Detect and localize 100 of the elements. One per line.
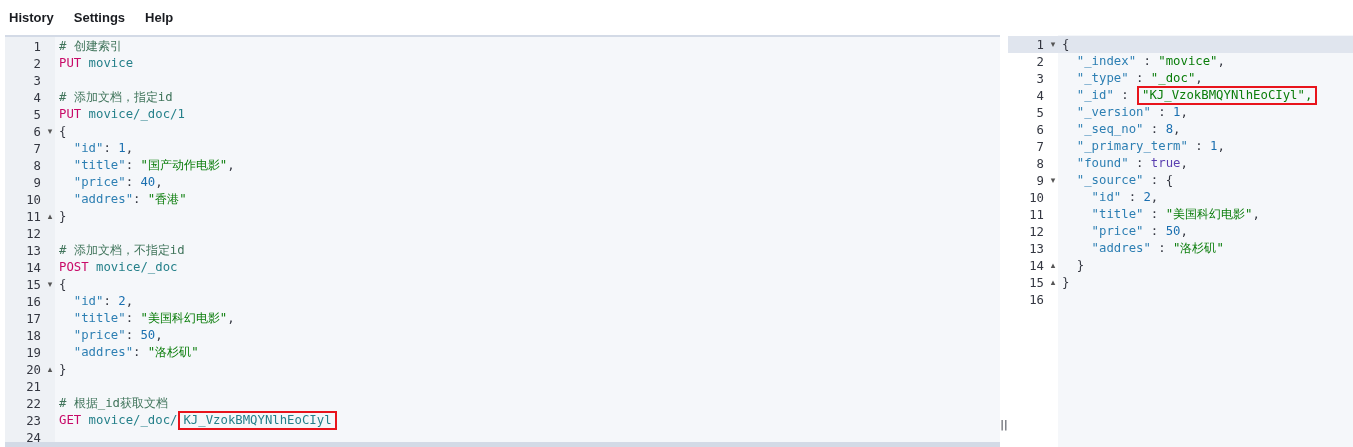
line-number: 1	[32, 39, 41, 54]
fold-marker[interactable]: ▴	[1050, 257, 1056, 274]
code-token: :	[1135, 155, 1145, 172]
code-token: {	[59, 276, 67, 293]
request-editor[interactable]	[5, 35, 1000, 447]
line-number: 10	[1028, 190, 1044, 205]
code-token: :	[125, 157, 135, 174]
code-token: # 添加文档，指定id	[59, 89, 173, 106]
code-token: :	[1194, 138, 1204, 155]
code-token: "id"	[72, 140, 104, 157]
code-token: ,	[125, 293, 134, 310]
code-token: "_version"	[1075, 104, 1151, 121]
line-number: 3	[32, 73, 41, 88]
line-number: 8	[32, 158, 41, 173]
code-token: 2	[1143, 189, 1151, 206]
code-token: "id"	[1090, 189, 1122, 206]
code-token: "美国科幻电影"	[1165, 206, 1253, 223]
code-token: "_id"	[1075, 87, 1114, 104]
code-token: POST	[59, 259, 89, 276]
code-token: ,	[1180, 223, 1188, 240]
code-token: "_seq_no"	[1075, 121, 1144, 138]
code-token: {	[59, 123, 67, 140]
line-number: 15	[1028, 275, 1044, 290]
scrollbar[interactable]	[5, 442, 1000, 447]
line-number: 5	[1035, 105, 1044, 120]
code-token: 1	[1210, 138, 1218, 155]
code-token: 1	[1173, 104, 1181, 121]
code-token: ,	[1195, 70, 1203, 87]
line-number: 2	[1035, 54, 1044, 69]
code-token: "国产动作电影"	[140, 157, 228, 174]
highlighted-code: "KJ_VzokBMQYNlhEoCIyl",	[1137, 86, 1318, 105]
code-token: # 创建索引	[59, 38, 122, 55]
fold-marker[interactable]: ▴	[1050, 274, 1056, 291]
code-token: :	[1149, 121, 1160, 138]
line-number: 22	[25, 396, 41, 411]
line-number: 2	[32, 56, 41, 71]
code-token: :	[103, 140, 112, 157]
line-number: 14	[1028, 258, 1044, 273]
line-number: 13	[25, 243, 41, 258]
fold-marker[interactable]: ▴	[47, 361, 53, 378]
code-token: "found"	[1075, 155, 1129, 172]
code-token: "_source"	[1075, 172, 1144, 189]
code-token: movice/_doc	[95, 259, 178, 276]
fold-marker[interactable]: ▴	[47, 208, 53, 225]
line-number: 3	[1035, 71, 1044, 86]
code-token: ,	[1217, 138, 1225, 155]
code-token: ,	[155, 327, 163, 344]
code-token: "香港"	[147, 191, 187, 208]
menu-item[interactable]: History	[9, 10, 54, 25]
code-token: "title"	[72, 310, 126, 327]
code-token: "price"	[72, 327, 126, 344]
code-token: "id"	[72, 293, 104, 310]
code-token: PUT	[59, 106, 82, 123]
code-token: 1	[118, 140, 126, 157]
code-token: ,	[227, 310, 235, 327]
line-number: 19	[25, 345, 41, 360]
code-token: 8	[1165, 121, 1174, 138]
menu-item[interactable]: Help	[145, 10, 174, 25]
code-token: "title"	[1090, 206, 1144, 223]
code-token: "美国科幻电影"	[140, 310, 228, 327]
code-token: "addres"	[72, 191, 134, 208]
code-token: "_type"	[1075, 70, 1129, 87]
code-token: GET	[59, 412, 82, 429]
code-token: # 添加文档，不指定id	[59, 242, 185, 259]
code-token: :	[125, 310, 135, 327]
line-number: 18	[25, 328, 41, 343]
code-token: }	[1062, 274, 1070, 291]
fold-marker[interactable]: ▾	[1050, 36, 1056, 53]
line-number: 5	[32, 107, 41, 122]
code-token: :	[1120, 87, 1130, 104]
code-token: "_index"	[1075, 53, 1137, 70]
resize-handle[interactable]: ||	[1000, 418, 1008, 431]
code-token: :	[1142, 53, 1152, 70]
line-number: 21	[25, 379, 41, 394]
code-token: "_primary_term"	[1075, 138, 1188, 155]
line-number: 6	[1035, 122, 1044, 137]
code-token: }	[59, 361, 67, 378]
code-token: :	[1149, 206, 1160, 223]
code-token: :	[1157, 240, 1167, 257]
line-number: 24	[25, 430, 41, 445]
code-token: : {	[1149, 172, 1174, 189]
line-number: 23	[25, 413, 41, 428]
code-token: "movice"	[1158, 53, 1218, 70]
code-token: 50	[140, 327, 156, 344]
line-number: 15	[25, 277, 41, 292]
code-token: 50	[1165, 223, 1181, 240]
code-token: movice/_doc/1	[87, 106, 185, 123]
fold-marker[interactable]: ▾	[47, 123, 53, 140]
code-token: ,	[155, 174, 163, 191]
line-number: 14	[25, 260, 41, 275]
line-number: 11	[1028, 207, 1044, 222]
code-token: 2	[118, 293, 126, 310]
line-number: 9	[32, 175, 41, 190]
fold-marker[interactable]: ▾	[1050, 172, 1056, 189]
code-token: :	[133, 191, 142, 208]
menu-item[interactable]: Settings	[73, 10, 126, 25]
line-number: 13	[1028, 241, 1044, 256]
code-token: ,	[1217, 53, 1225, 70]
fold-marker[interactable]: ▾	[47, 276, 53, 293]
line-number: 16	[25, 294, 41, 309]
